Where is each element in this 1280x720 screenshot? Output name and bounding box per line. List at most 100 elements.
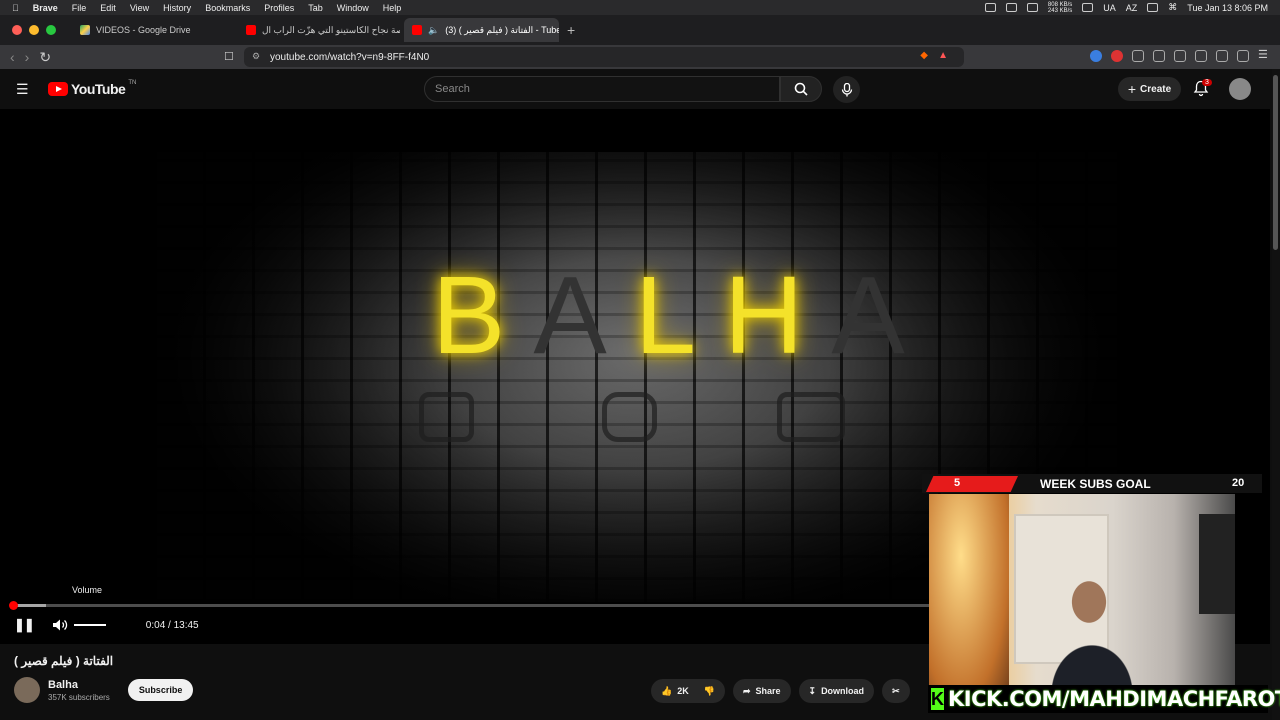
thumbs-up-icon: 👍 [661, 685, 673, 696]
wifi-icon[interactable]: ⌘ [1168, 2, 1177, 13]
menu-edit[interactable]: Edit [100, 3, 116, 13]
url-field[interactable]: ⚙ youtube.com/watch?v=n9-8FF-f4N0 ▲ ◆ [244, 47, 964, 67]
channel-avatar[interactable] [14, 677, 40, 703]
tab-google-drive[interactable]: VIDEOS - Google Drive [72, 18, 234, 42]
extension-icon[interactable] [1090, 50, 1102, 62]
menu-history[interactable]: History [163, 3, 191, 13]
scrubber-handle[interactable] [9, 601, 18, 610]
video-actions: 👍 2K 👎 ➦ Share ↧ Download ✂ [651, 679, 910, 703]
stream-overlay: 5 WEEK SUBS GOAL 20 K KICK.COM/MAHDIMACH… [922, 474, 1280, 720]
like-count: 2K [677, 686, 689, 696]
bookmark-icon[interactable]: ☐ [224, 50, 234, 63]
menu-window[interactable]: Window [337, 3, 369, 13]
tab-label: (3) الفتاتة ( فيلم قصير ) - Tube [445, 24, 559, 35]
site-info-icon[interactable]: ⚙ [252, 51, 260, 62]
extension-icon[interactable] [1132, 50, 1144, 62]
goal-current: 5 [954, 477, 961, 489]
scissors-icon: ✂ [892, 685, 900, 696]
menu-help[interactable]: Help [383, 3, 402, 13]
subscribe-button[interactable]: Subscribe [127, 679, 194, 701]
tab-youtube-casino[interactable]: (3) قصة نجاح الكاستينو التي هزّت الراب ا… [238, 18, 400, 42]
streamer [1047, 574, 1137, 700]
menu-tab[interactable]: Tab [308, 3, 323, 13]
tab-label: (3) قصة نجاح الكاستينو التي هزّت الراب ا… [262, 24, 400, 35]
share-icon: ➦ [742, 685, 751, 696]
music-icon[interactable] [1174, 50, 1186, 62]
scrollbar-thumb[interactable] [1273, 75, 1278, 250]
hamburger-menu-icon[interactable]: ☰ [16, 81, 29, 98]
new-tab-button[interactable]: + [567, 22, 575, 38]
extension-icon[interactable] [1111, 50, 1123, 62]
account-avatar[interactable] [1229, 78, 1251, 100]
neon-letter: A [831, 254, 933, 377]
webcam-feed [929, 494, 1235, 700]
speaker-icon[interactable]: 🔈 [428, 25, 439, 36]
battery-icon[interactable] [1147, 3, 1159, 12]
close-window-button[interactable] [12, 25, 22, 35]
youtube-icon [246, 25, 256, 35]
youtube-logo[interactable]: YouTube TN [48, 80, 137, 97]
menu-profiles[interactable]: Profiles [264, 3, 294, 13]
keyboard-layout[interactable]: AZ [1126, 3, 1138, 13]
like-button[interactable]: 👍 2K 👎 [651, 679, 725, 703]
volume-tooltip: Volume [72, 585, 103, 595]
tab-youtube-balha[interactable]: 🔈 (3) الفتاتة ( فيلم قصير ) - Tube × [404, 18, 559, 42]
clip-button[interactable]: ✂ [882, 679, 910, 703]
neon-letter: H [723, 254, 832, 377]
brave-shields-icon[interactable]: ◆ [920, 50, 928, 61]
download-button[interactable]: ↧ Download [798, 679, 875, 703]
brave-rewards-icon[interactable]: ▲ [938, 50, 948, 61]
create-button[interactable]: + Create [1118, 77, 1181, 101]
download-icon: ↧ [808, 685, 817, 696]
zoom-window-button[interactable] [46, 25, 56, 35]
menu-icon[interactable]: ☰ [1258, 50, 1270, 62]
channel-name[interactable]: Balha [48, 679, 110, 691]
goal-progress [926, 476, 1018, 492]
vpn-icon[interactable] [1237, 50, 1249, 62]
extension-icon[interactable] [1153, 50, 1165, 62]
language-indicator[interactable]: UA [1103, 3, 1116, 13]
voice-search-button[interactable] [833, 76, 860, 103]
volume-control[interactable] [52, 618, 106, 632]
search-icon [794, 82, 808, 96]
microphone-icon [841, 82, 852, 96]
volume-icon[interactable] [52, 618, 68, 632]
notification-badge: 3 [1202, 79, 1212, 86]
status-app-icon[interactable] [1005, 3, 1017, 12]
lamp-glow [929, 494, 1009, 700]
youtube-play-icon [48, 82, 68, 96]
logo-text: YouTube [71, 81, 126, 97]
status-app-icon[interactable] [1026, 3, 1038, 12]
menu-file[interactable]: File [72, 3, 87, 13]
apple-icon[interactable]:  [12, 3, 19, 13]
pause-icon[interactable]: ❚❚ [14, 617, 35, 633]
status-app-icon[interactable] [1082, 3, 1094, 12]
share-button[interactable]: ➦ Share [732, 679, 791, 703]
reload-icon[interactable]: ↻ [39, 49, 51, 66]
video-title: الفتاتة ( فيلم قصير ) [14, 654, 114, 668]
sidebar-icon[interactable] [1195, 50, 1207, 62]
menu-bookmarks[interactable]: Bookmarks [205, 3, 250, 13]
menu-app-brave[interactable]: Brave [33, 3, 58, 13]
neon-letter: B [432, 254, 534, 377]
network-speed: 808 KB/s 243 KB/s [1047, 1, 1073, 14]
window-controls [12, 25, 68, 35]
search-button[interactable] [780, 76, 822, 102]
status-app-icon[interactable] [984, 3, 996, 12]
menu-view[interactable]: View [130, 3, 149, 13]
logo-region: TN [128, 80, 137, 86]
progress-bar[interactable] [9, 601, 932, 610]
thumbs-down-icon[interactable]: 👎 [704, 686, 715, 697]
address-toolbar: ‹ › ↻ ☐ ⚙ youtube.com/watch?v=n9-8FF-f4N… [0, 45, 1280, 69]
menu-bar:  Brave File Edit View History Bookmarks… [0, 0, 1280, 15]
back-icon[interactable]: ‹ [10, 49, 15, 65]
search-input[interactable]: Search [424, 76, 780, 102]
tab-label: VIDEOS - Google Drive [96, 25, 191, 35]
minimize-window-button[interactable] [29, 25, 39, 35]
youtube-wall-icon [777, 392, 845, 442]
share-label: Share [755, 686, 781, 696]
wallet-icon[interactable] [1216, 50, 1228, 62]
volume-slider[interactable] [73, 624, 106, 626]
forward-icon[interactable]: › [25, 49, 30, 65]
datetime[interactable]: Tue Jan 13 8:06 PM [1187, 3, 1268, 13]
